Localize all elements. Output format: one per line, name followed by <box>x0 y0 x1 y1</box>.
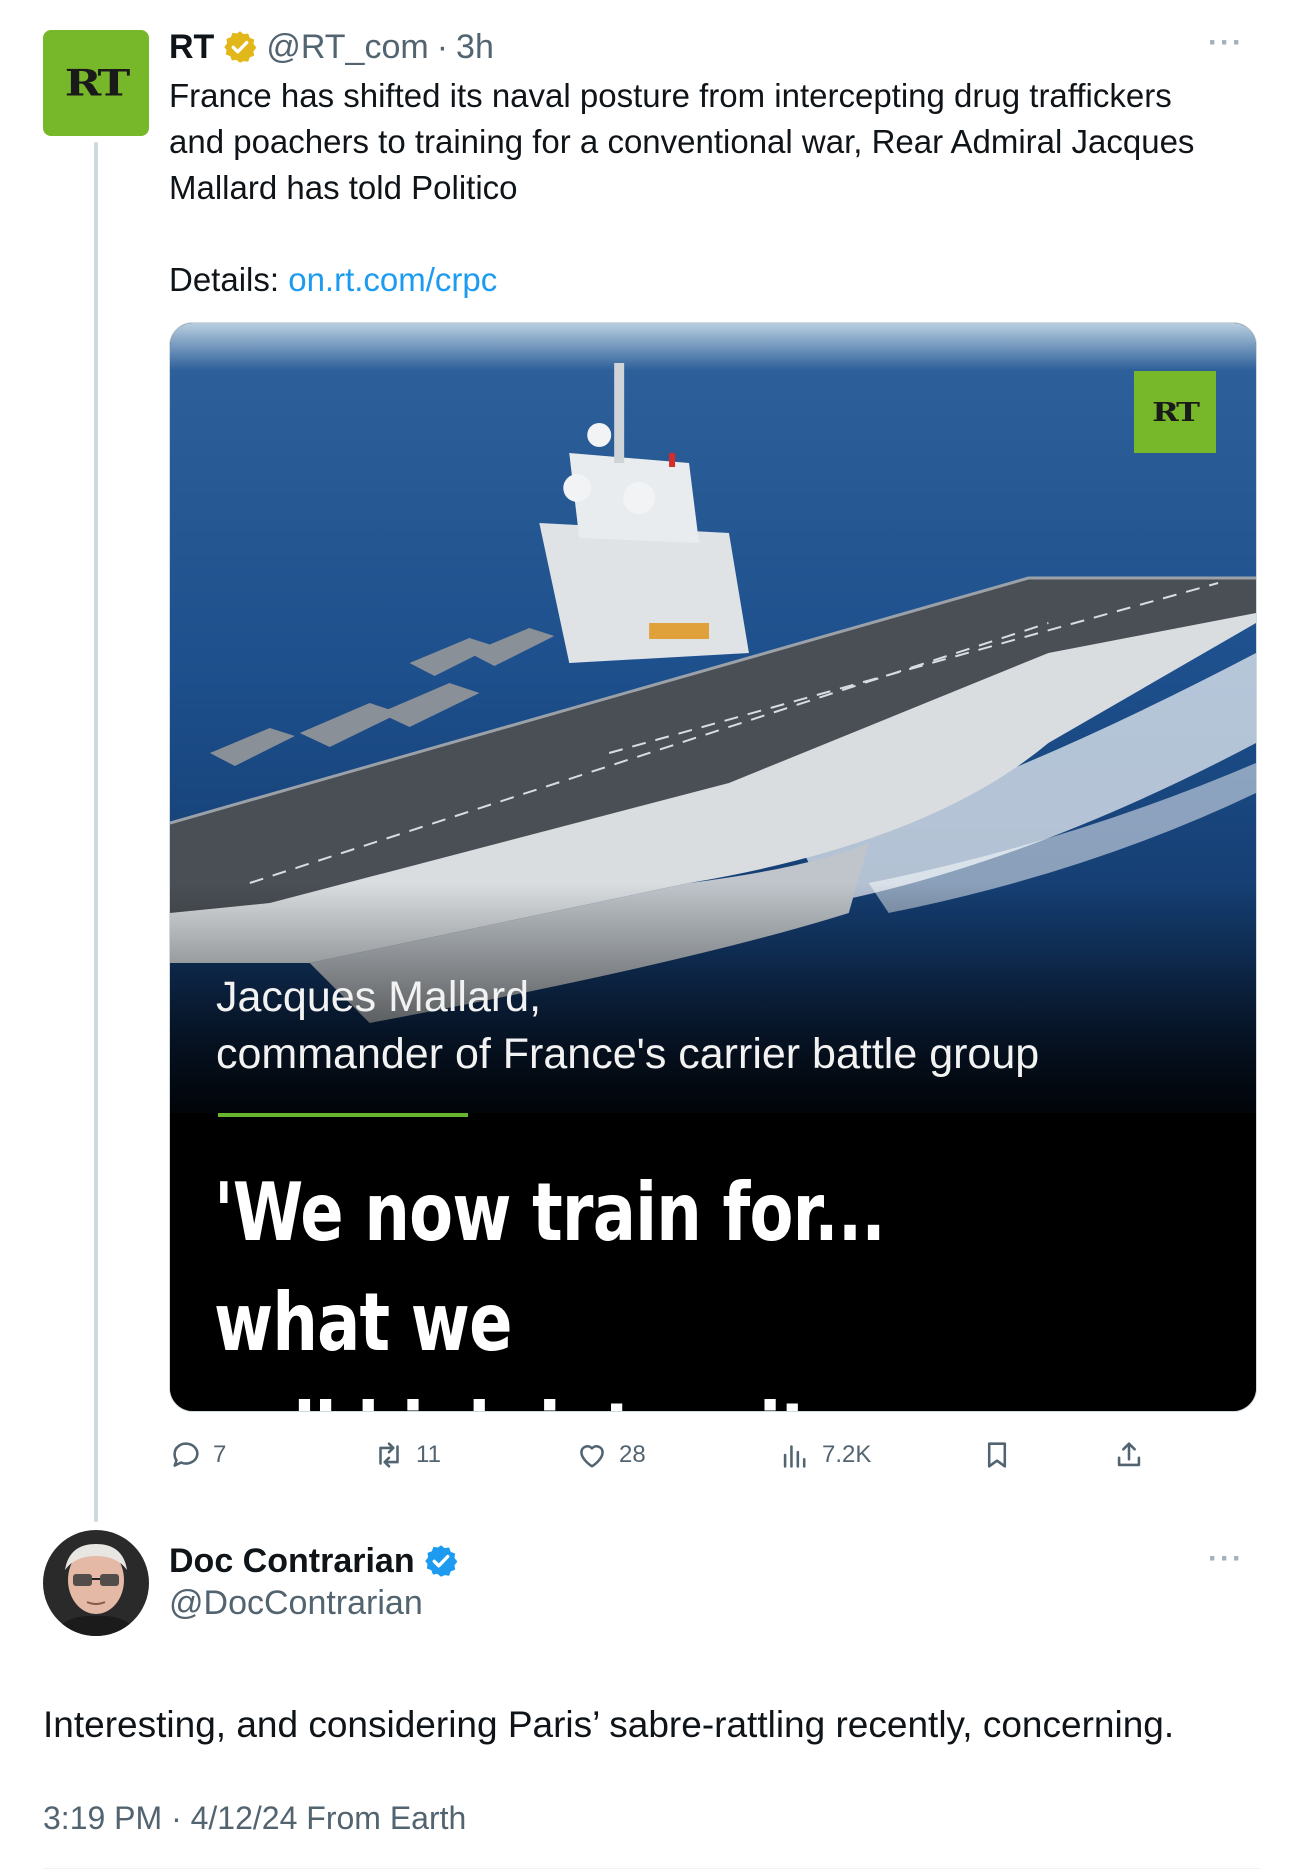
reply-timestamp[interactable]: 3:19 PM · 4/12/24 From Earth <box>43 1800 466 1837</box>
rt-watermark-text: RT <box>1152 396 1200 428</box>
retweet-action[interactable]: 11 <box>372 1438 441 1472</box>
media-caption-role: commander of France's carrier battle gro… <box>216 1030 1040 1078</box>
author-handle[interactable]: @RT_com <box>266 28 428 67</box>
tweet-header: RT @RT_com · 3h <box>169 24 494 70</box>
heart-icon <box>580 1445 604 1468</box>
reply-more-options-icon[interactable]: ··· <box>1208 1542 1244 1576</box>
verified-blue-badge-icon <box>424 1545 457 1577</box>
rt-avatar[interactable]: RT <box>43 30 149 136</box>
like-count: 28 <box>619 1441 646 1468</box>
author-name[interactable]: RT <box>169 28 214 67</box>
tweet-time[interactable]: 3h <box>456 28 494 67</box>
reply-body: Interesting, and considering Paris’ sabr… <box>43 1704 1175 1745</box>
bottom-divider <box>43 1868 1260 1869</box>
views-bar-chart-icon <box>783 1445 806 1468</box>
share-action[interactable] <box>1112 1438 1146 1472</box>
details-link[interactable]: on.rt.com/crpc <box>288 261 497 298</box>
reply-author-handle[interactable]: @DocContrarian <box>169 1584 423 1623</box>
media-quote-line: call high-intensity warfare' <box>214 1378 1014 1411</box>
verified-gold-badge-icon <box>224 31 257 63</box>
thread-connector-line <box>94 142 98 1522</box>
details-label: Details: <box>169 261 280 298</box>
tweet-text-line: Mallard has told Politico <box>169 169 518 206</box>
reply-count: 7 <box>213 1441 227 1468</box>
avatar-portrait <box>43 1530 149 1636</box>
rt-watermark: RT <box>1134 371 1216 453</box>
like-action[interactable]: 28 <box>575 1438 646 1472</box>
media-quote-line: 'We now train for... what we <box>214 1166 886 1369</box>
reply-author-name[interactable]: Doc Contrarian <box>169 1542 415 1581</box>
header-separator: · <box>436 27 449 66</box>
caption-divider <box>218 1113 468 1117</box>
tweet-media-image[interactable]: RT Jacques Mallard, commander of France'… <box>169 322 1257 1412</box>
bookmark-action[interactable] <box>980 1438 1014 1472</box>
media-quote: 'We now train for... what we call high-i… <box>214 1158 1014 1411</box>
media-caption-name: Jacques Mallard, <box>216 973 542 1021</box>
reply-header: Doc Contrarian <box>169 1538 459 1584</box>
retweet-count: 11 <box>416 1441 441 1468</box>
tweet-text-line: and poachers to training for a conventio… <box>169 123 1195 160</box>
views-action[interactable]: 7.2K <box>778 1438 871 1472</box>
doc-contrarian-avatar[interactable] <box>43 1530 149 1636</box>
reply-action[interactable]: 7 <box>169 1438 226 1472</box>
tweet-text-line: France has shifted its naval posture fro… <box>169 77 1172 114</box>
bookmark-icon <box>987 1442 1007 1468</box>
share-icon <box>1117 1442 1141 1467</box>
details-line: Details: on.rt.com/crpc <box>169 257 1259 303</box>
views-count: 7.2K <box>822 1441 872 1468</box>
retweet-icon <box>379 1442 399 1468</box>
reply-bubble-icon <box>173 1442 199 1467</box>
rt-avatar-logo: RT <box>64 62 131 104</box>
tweet-body: France has shifted its naval posture fro… <box>169 73 1259 303</box>
tweet-more-options-icon[interactable]: ··· <box>1208 26 1244 60</box>
